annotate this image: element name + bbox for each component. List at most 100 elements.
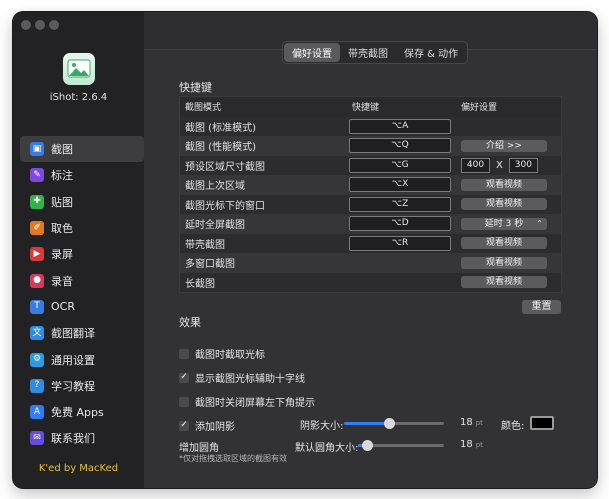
checkbox-box[interactable] [179, 348, 189, 359]
sidebar-item-tutorial[interactable]: ? 学习教程 [20, 373, 144, 399]
table-row: 截图光标下的窗口 ⌥Z 观看视频 [180, 194, 561, 214]
effect-checkbox-0[interactable]: 截图时截取光标 [179, 346, 265, 361]
sidebar-item-label: 截图翻译 [51, 327, 95, 341]
tab-0[interactable]: 偏好设置 [284, 43, 340, 62]
sidebar-item-label: 取色 [51, 222, 73, 236]
effect-checkbox-label: 添加阴影 [195, 422, 235, 433]
corner-radius-note: *仅对拖拽选取区域的截图有效 [179, 454, 287, 463]
preference-button[interactable]: 观看视频 [461, 237, 547, 250]
color-picker-icon: ✐ [30, 221, 44, 236]
preference-button[interactable]: 观看视频 [461, 198, 547, 211]
shortcut-mode-label: 长截图 [185, 278, 215, 290]
preference-button[interactable]: 观看视频 [461, 178, 547, 191]
shortcut-table: 截图模式 快捷键 偏好设置 截图 (标准模式) ⌥A 截图 (性能模式) ⌥Q 介绍 >… [179, 96, 562, 293]
corner-slider-knob[interactable] [362, 440, 373, 451]
shortcut-mode-label: 截图 (标准模式) [185, 122, 256, 134]
sidebar-item-label: 贴图 [51, 195, 73, 209]
sidebar-item-label: 联系我们 [51, 432, 95, 446]
table-row: 长截图 观看视频 [180, 272, 561, 292]
effect-checkbox-2[interactable]: 截图时关闭屏幕左下角提示 [179, 394, 315, 409]
close-window-button[interactable] [21, 20, 31, 30]
annotate-icon: ✎ [30, 168, 44, 183]
corner-value-number: 18 [460, 439, 473, 450]
shadow-slider-fill [344, 422, 389, 425]
corner-radius-slider[interactable] [358, 440, 444, 451]
shadow-size-value: 18 pt [460, 417, 483, 428]
translate-icon: 文 [30, 326, 44, 341]
column-header-mode: 截图模式 [185, 103, 222, 114]
shortcut-key-field[interactable]: ⌥R [349, 235, 451, 251]
sidebar-item-label: 免费 Apps [51, 406, 104, 420]
corner-radius-label: 默认圆角大小: [295, 443, 359, 454]
sidebar: iShot: 2.6.4 ▣ 截图 ✎ 标注 ✚ 贴图 ✐ 取色 ▶ 录屏 ● 录音 T OCR 文截图翻译… [13, 12, 144, 488]
chevron-updown-icon: ⌃ [536, 218, 543, 228]
shortcut-key-field[interactable]: ⌥D [349, 216, 451, 232]
preset-size-fields: 400 X 300 [461, 157, 538, 173]
sidebar-item-record-audio[interactable]: ● 录音 [20, 267, 144, 293]
shadow-color-well[interactable] [530, 416, 554, 430]
sidebar-item-contact[interactable]: ✉ 联系我们 [20, 425, 144, 451]
sidebar-item-screenshot[interactable]: ▣ 截图 [20, 136, 144, 163]
shortcut-mode-label: 截图 (性能模式) [185, 142, 256, 154]
delay-select[interactable]: 延时 3 秒 ⌃ [461, 217, 547, 230]
shortcut-key-field[interactable]: ⌥Q [349, 138, 451, 154]
shadow-size-slider[interactable] [344, 418, 444, 429]
sidebar-item-record-screen[interactable]: ▶ 录屏 [20, 241, 144, 267]
shortcut-key-field[interactable]: ⌥G [349, 157, 451, 173]
appstore-icon: A [30, 405, 44, 420]
shortcut-key-field[interactable]: ⌥Z [349, 196, 451, 212]
sidebar-item-pin[interactable]: ✚ 贴图 [20, 189, 144, 215]
table-row: 截图 (标准模式) ⌥A [180, 116, 561, 136]
record-audio-icon: ● [30, 273, 44, 288]
preference-button[interactable]: 介绍 >> [461, 139, 547, 152]
table-row: 截图 (性能模式) ⌥Q 介绍 >> [180, 136, 561, 156]
sidebar-item-label: 学习教程 [51, 379, 95, 393]
ocr-icon: T [30, 299, 44, 314]
tab-1[interactable]: 带壳截图 [340, 43, 396, 62]
preference-button[interactable]: 观看视频 [461, 276, 547, 289]
record-screen-icon: ▶ [30, 247, 44, 262]
minimize-window-button[interactable] [35, 20, 45, 30]
effect-checkbox-label: 截图时截取光标 [195, 350, 265, 361]
corner-value-unit: pt [475, 441, 483, 449]
sidebar-item-label: 录音 [51, 274, 73, 288]
effect-checkbox-1[interactable]: ✓ 显示截图光标辅助十字线 [179, 370, 305, 385]
table-header: 截图模式 快捷键 偏好设置 [180, 97, 561, 117]
shadow-color-label: 颜色: [501, 421, 525, 432]
tab-bar: 偏好设置 带壳截图 保存 & 动作 [282, 41, 469, 64]
sidebar-nav: ▣ 截图 ✎ 标注 ✚ 贴图 ✐ 取色 ▶ 录屏 ● 录音 T OCR 文截图翻译 ⚙ 通用设置? 学习教程 A 免费… [20, 136, 144, 452]
checkbox-box[interactable] [179, 396, 189, 407]
sidebar-item-ocr[interactable]: T OCR [20, 294, 144, 320]
sidebar-item-settings[interactable]: ⚙ 通用设置 [20, 346, 144, 372]
shadow-slider-knob[interactable] [384, 418, 395, 429]
preset-height-field[interactable]: 300 [508, 157, 538, 173]
shortcut-mode-label: 截图光标下的窗口 [185, 200, 265, 212]
tutorial-icon: ? [30, 378, 44, 393]
zoom-window-button[interactable] [49, 20, 59, 30]
shortcuts-section-title: 快捷键 [179, 81, 212, 94]
shortcut-key-field[interactable]: ⌥X [349, 177, 451, 193]
table-row: 截图上次区域 ⌥X 观看视频 [180, 175, 561, 195]
sidebar-item-appstore[interactable]: A 免费 Apps [20, 399, 144, 425]
preset-width-field[interactable]: 400 [461, 157, 490, 173]
sidebar-item-color-picker[interactable]: ✐ 取色 [20, 215, 144, 241]
checkmark-icon[interactable]: ✓ [179, 420, 189, 431]
shadow-value-unit: pt [475, 419, 483, 427]
reset-button[interactable]: 重置 [522, 300, 561, 314]
sidebar-item-translate[interactable]: 文截图翻译 [20, 320, 144, 346]
tab-2[interactable]: 保存 & 动作 [396, 43, 466, 62]
shortcut-mode-label: 多窗口截图 [185, 259, 235, 271]
checkmark-icon[interactable]: ✓ [179, 372, 189, 383]
table-row: 延时全屏截图 ⌥D 延时 3 秒 ⌃ [180, 214, 561, 234]
main-panel: 偏好设置 带壳截图 保存 & 动作 快捷键 截图模式 快捷键 偏好设置 截图 (标准… [144, 12, 597, 488]
effect-checkbox-3[interactable]: ✓ 添加阴影 [179, 418, 235, 433]
corner-radius-title: 增加圆角 [179, 443, 219, 454]
sidebar-item-annotate[interactable]: ✎ 标注 [20, 162, 144, 188]
preference-button[interactable]: 观看视频 [461, 256, 547, 269]
screenshot-icon: ▣ [30, 142, 44, 157]
table-row: 带壳截图 ⌥R 观看视频 [180, 233, 561, 253]
shortcut-key-field[interactable]: ⌥A [349, 118, 451, 134]
column-header-preference: 偏好设置 [461, 103, 498, 114]
settings-icon: ⚙ [30, 352, 44, 367]
effect-checkbox-label: 显示截图光标辅助十字线 [195, 374, 305, 385]
